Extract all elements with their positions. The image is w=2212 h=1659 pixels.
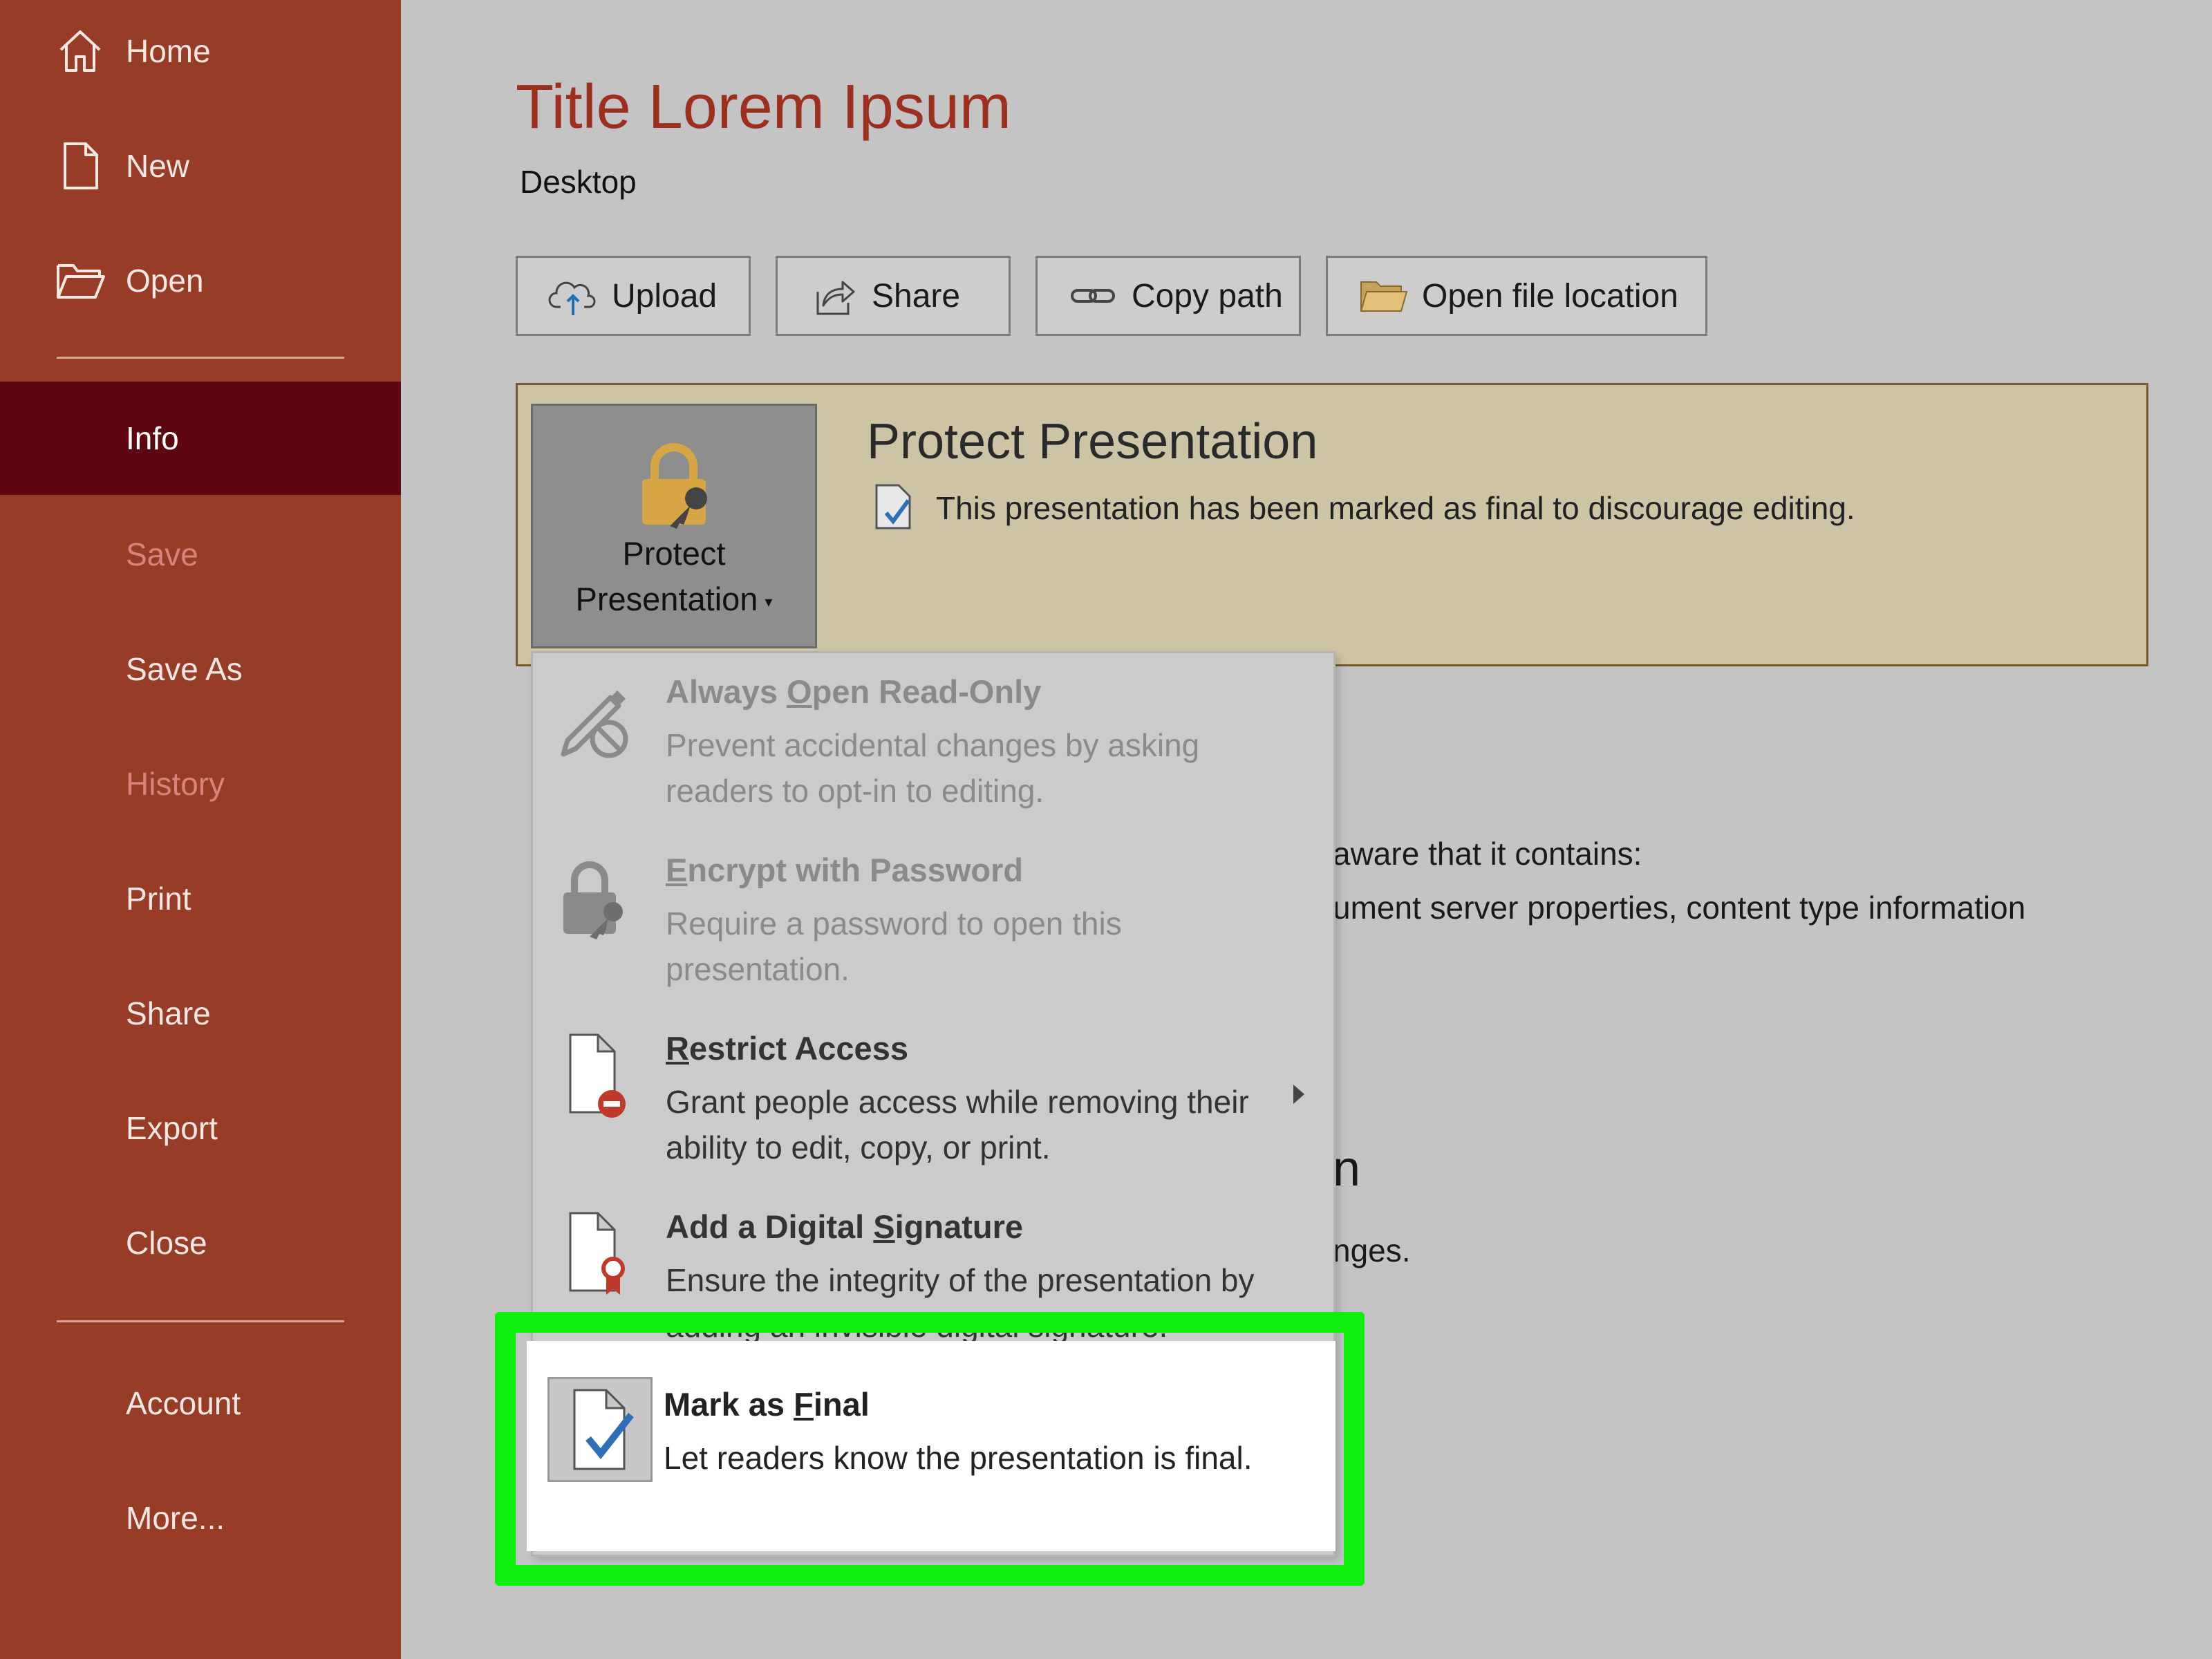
sidebar-item-label: Print — [126, 881, 191, 917]
chevron-right-icon — [1293, 1085, 1304, 1104]
sidebar-item-label: More... — [126, 1500, 225, 1536]
sidebar-item-share[interactable]: Share — [0, 957, 401, 1070]
upload-label: Upload — [612, 277, 718, 315]
menu-item-title: Add a Digital Signature — [666, 1208, 1024, 1245]
document-restrict-icon — [569, 1033, 626, 1118]
share-label: Share — [872, 277, 961, 315]
menu-item-always-open-read-only[interactable]: Always Open Read-Only Prevent accidental… — [533, 653, 1333, 832]
sidebar-item-label: Save — [126, 536, 198, 572]
protect-button-label-line2: Presentation — [575, 581, 758, 617]
sidebar-item-label: Share — [126, 995, 211, 1031]
protect-button-label-line1: Protect — [622, 535, 726, 572]
inspect-text-line: ument server properties, content type in… — [1333, 890, 2026, 926]
menu-item-description: Require a password to open this presenta… — [666, 906, 1122, 987]
menu-item-encrypt-with-password[interactable]: Encrypt with Password Require a password… — [533, 832, 1333, 1010]
menu-item-mark-as-final[interactable]: Mark as Final Let readers know the prese… — [527, 1341, 1335, 1551]
lock-key-icon — [563, 861, 623, 939]
sidebar-item-label: Info — [126, 420, 179, 456]
protect-heading: Protect Presentation — [867, 414, 1318, 469]
document-title: Title Lorem Ipsum — [516, 73, 1011, 142]
sidebar-item-save-as[interactable]: Save As — [0, 612, 401, 726]
protect-presentation-button[interactable]: Protect Presentation ▾ — [531, 404, 817, 648]
pencil-no-icon — [561, 691, 628, 758]
document-check-icon — [573, 1389, 634, 1470]
chevron-down-icon: ▾ — [765, 592, 773, 610]
sidebar-item-label: Export — [126, 1110, 218, 1146]
menu-item-title: Mark as Final — [664, 1386, 870, 1423]
sidebar-item-label: History — [126, 766, 225, 802]
sidebar-item-label: Home — [126, 33, 211, 69]
sidebar-item-home[interactable]: Home — [0, 0, 401, 108]
open-file-location-label: Open file location — [1422, 277, 1678, 315]
open-file-location-button[interactable]: Open file location — [1326, 256, 1707, 336]
sidebar-item-print[interactable]: Print — [0, 842, 401, 955]
upload-cloud-icon — [548, 281, 596, 315]
sidebar-item-open[interactable]: Open — [0, 224, 401, 337]
sidebar-item-account[interactable]: Account — [0, 1347, 401, 1460]
menu-item-title: Restrict Access — [666, 1030, 908, 1067]
section-heading-fragment: n — [1333, 1141, 1361, 1197]
menu-item-title: Always Open Read-Only — [666, 673, 1042, 710]
menu-item-description: Let readers know the presentation is fin… — [664, 1440, 1253, 1476]
protect-status-text: This presentation has been marked as fin… — [936, 490, 1855, 526]
open-folder-icon — [57, 264, 105, 299]
sidebar-item-new[interactable]: New — [0, 109, 401, 223]
sidebar-item-label: Close — [126, 1225, 207, 1261]
sidebar-item-label: Account — [126, 1385, 241, 1421]
share-button[interactable]: Share — [776, 256, 1011, 336]
home-icon — [59, 30, 101, 72]
share-icon — [816, 281, 855, 315]
menu-item-description: Grant people access while removing their… — [666, 1084, 1249, 1165]
menu-item-restrict-access[interactable]: Restrict Access Grant people access whil… — [533, 1010, 1333, 1188]
sidebar-item-save[interactable]: Save — [0, 498, 401, 611]
new-document-icon — [64, 142, 98, 189]
sidebar-item-more[interactable]: More... — [0, 1461, 401, 1575]
marked-final-icon — [875, 484, 911, 529]
menu-item-description: Prevent accidental changes by asking rea… — [666, 727, 1200, 809]
sidebar-item-label: Open — [126, 263, 204, 299]
link-icon — [1071, 289, 1115, 303]
sidebar-item-label: New — [126, 148, 190, 184]
lock-key-icon — [642, 443, 707, 529]
inspect-text-line: aware that it contains: — [1333, 836, 1642, 872]
sidebar-item-label: Save As — [126, 651, 243, 687]
folder-icon — [1360, 281, 1408, 312]
document-location: Desktop — [520, 164, 637, 200]
upload-button[interactable]: Upload — [516, 256, 751, 336]
document-ribbon-icon — [569, 1212, 625, 1295]
menu-item-title: Encrypt with Password — [666, 852, 1024, 888]
sidebar-item-history[interactable]: History — [0, 727, 401, 841]
sidebar-item-export[interactable]: Export — [0, 1071, 401, 1185]
sidebar-divider — [57, 357, 344, 359]
mark-as-final-icon-box — [547, 1377, 653, 1482]
sidebar-divider — [57, 1320, 344, 1322]
sidebar-item-close[interactable]: Close — [0, 1186, 401, 1300]
sidebar-item-info[interactable]: Info — [0, 382, 401, 495]
copy-path-label: Copy path — [1132, 277, 1283, 315]
backstage-sidebar: Home New Open Info Save Save As History … — [0, 0, 401, 1659]
copy-path-button[interactable]: Copy path — [1035, 256, 1301, 336]
section-text-fragment: nges. — [1333, 1232, 1411, 1268]
